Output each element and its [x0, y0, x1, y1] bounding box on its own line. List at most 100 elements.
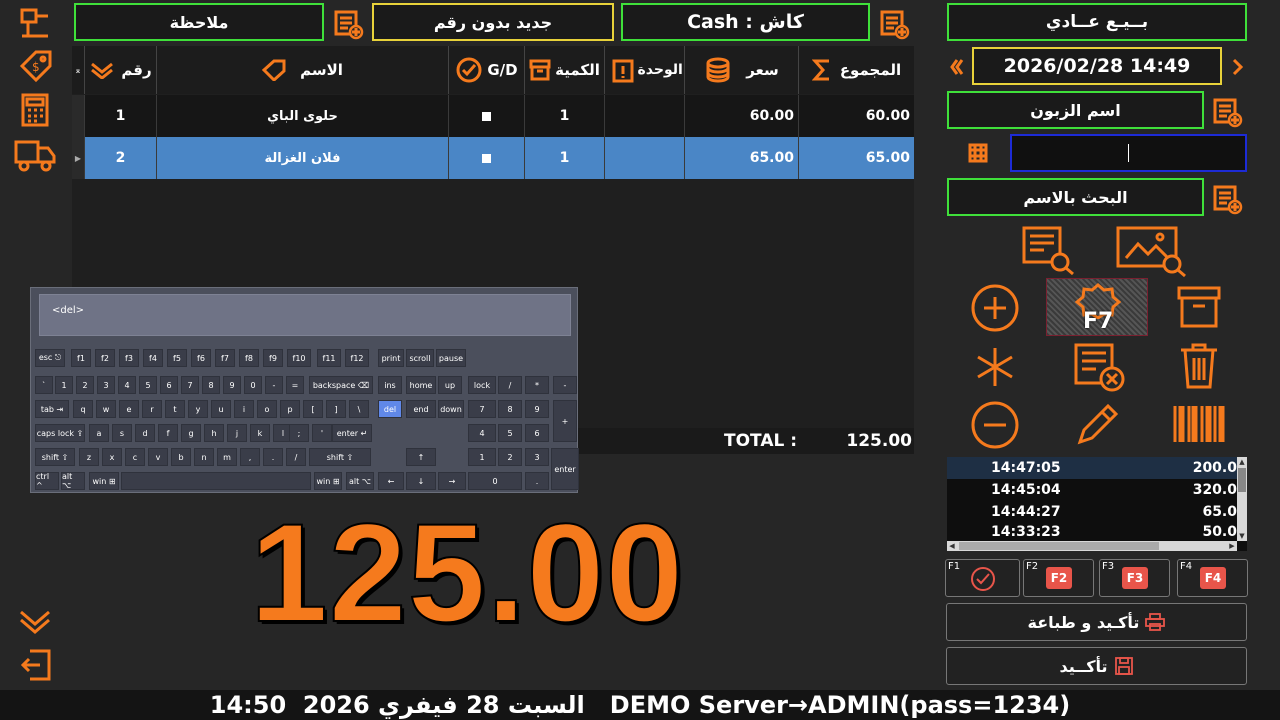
column-header-unit[interactable]: الوحدة [605, 46, 685, 94]
keyboard-key[interactable]: s [112, 424, 132, 442]
search-list-icon[interactable] [1022, 226, 1076, 276]
keyboard-key[interactable]: * [525, 376, 549, 394]
keyboard-key[interactable]: . [525, 472, 549, 490]
table-expand-column[interactable]: ⌅ [72, 46, 85, 94]
keyboard-key[interactable]: o [257, 400, 277, 418]
keyboard-key[interactable]: ← [378, 472, 404, 490]
pencil-icon[interactable] [1074, 400, 1122, 448]
column-header-total[interactable]: المجموع [799, 46, 914, 94]
scroll-thumb[interactable] [1238, 468, 1246, 492]
f1-confirm-button[interactable]: F1 [945, 559, 1020, 597]
keyboard-key[interactable]: → [438, 472, 466, 490]
note-button[interactable]: ملاحظة [74, 3, 324, 41]
column-header-price[interactable]: سعر [685, 46, 799, 94]
keyboard-key[interactable]: i [234, 400, 254, 418]
keyboard-key[interactable]: b [171, 448, 191, 466]
add-list-icon[interactable] [1213, 185, 1243, 215]
keyboard-key[interactable]: end [406, 400, 436, 418]
keyboard-key[interactable]: 9 [223, 376, 241, 394]
keyboard-key[interactable]: ↑ [406, 448, 436, 466]
scroll-right-arrow-icon[interactable]: ▶ [1227, 541, 1237, 551]
column-header-name[interactable]: الاسم [157, 46, 449, 94]
keyboard-key[interactable]: f [158, 424, 178, 442]
grid-icon[interactable] [967, 142, 989, 164]
keyboard-key[interactable]: 4 [468, 424, 496, 442]
keyboard-key[interactable]: 7 [468, 400, 496, 418]
plus-circle-icon[interactable] [970, 283, 1020, 333]
customer-code-input[interactable] [1010, 134, 1247, 172]
keyboard-key[interactable]: esc ⎋ [35, 349, 65, 367]
keyboard-key[interactable]: f9 [263, 349, 283, 367]
keyboard-key[interactable]: ` [35, 376, 53, 394]
price-tag-icon[interactable]: $ [18, 50, 52, 84]
scroll-up-arrow-icon[interactable]: ▲ [1237, 457, 1247, 467]
column-header-gd[interactable]: G/D [449, 46, 525, 94]
chevron-right-icon[interactable] [1231, 58, 1245, 76]
new-no-number-button[interactable]: جديد بدون رقم [372, 3, 614, 41]
keyboard-key[interactable]: 2 [498, 448, 522, 466]
keyboard-key[interactable]: z [79, 448, 99, 466]
keyboard-key[interactable]: . [263, 448, 283, 466]
keyboard-key[interactable]: f4 [143, 349, 163, 367]
keyboard-key[interactable]: win ⊞ [314, 472, 342, 490]
keyboard-key[interactable]: shift ⇧ [309, 448, 371, 466]
keyboard-key[interactable]: g [181, 424, 201, 442]
keyboard-key[interactable]: q [73, 400, 93, 418]
cancel-list-icon[interactable] [1072, 343, 1130, 395]
keyboard-key[interactable]: alt ⌥ [61, 472, 85, 490]
keyboard-key[interactable]: 6 [160, 376, 178, 394]
keyboard-key[interactable]: shift ⇧ [35, 448, 75, 466]
keyboard-key[interactable]: m [217, 448, 237, 466]
search-by-name-button[interactable]: البحث بالاسم [947, 178, 1204, 216]
keyboard-key[interactable]: del [378, 400, 402, 418]
keyboard-key[interactable]: lock [468, 376, 496, 394]
keyboard-key[interactable]: backspace ⌫ [309, 376, 373, 394]
keyboard-key[interactable]: home [406, 376, 436, 394]
keyboard-key[interactable]: n [194, 448, 214, 466]
keyboard-key[interactable]: enter ↵ [332, 424, 372, 442]
keyboard-key[interactable]: v [148, 448, 168, 466]
sale-type-button[interactable]: بــيـع عــادي [947, 3, 1247, 41]
keyboard-key[interactable]: h [204, 424, 224, 442]
cell-gd-checkbox[interactable] [449, 137, 525, 179]
add-list-icon[interactable] [880, 10, 910, 40]
keyboard-key[interactable]: 5 [498, 424, 522, 442]
history-row[interactable]: 14:44:27 65.0 [947, 501, 1237, 523]
keyboard-key[interactable]: f6 [191, 349, 211, 367]
keyboard-key[interactable]: = [286, 376, 304, 394]
keyboard-key[interactable]: print [378, 349, 404, 367]
datetime-field[interactable]: 2026/02/28 14:49 [972, 47, 1222, 85]
customer-name-button[interactable]: اسم الزبون [947, 91, 1204, 129]
keyboard-key[interactable]: 7 [181, 376, 199, 394]
keyboard-key[interactable]: 3 [97, 376, 115, 394]
keyboard-key[interactable]: 1 [55, 376, 73, 394]
keyboard-key[interactable]: / [498, 376, 522, 394]
keyboard-key[interactable]: e [119, 400, 139, 418]
keyboard-key[interactable]: u [211, 400, 231, 418]
keyboard-key[interactable]: f3 [119, 349, 139, 367]
confirm-button[interactable]: تأكــيد [946, 647, 1247, 685]
keyboard-key[interactable]: f8 [239, 349, 259, 367]
keyboard-key[interactable]: 2 [76, 376, 94, 394]
keyboard-key[interactable]: d [135, 424, 155, 442]
keyboard-key[interactable]: x [102, 448, 122, 466]
calculator-icon[interactable] [20, 93, 50, 127]
keyboard-key[interactable]: caps lock ⇪ [35, 424, 85, 442]
logout-icon[interactable] [20, 648, 52, 682]
table-row-selected[interactable]: ▶ 2 فلان الغزالة 1 65.00 65.00 [72, 137, 914, 179]
keyboard-key[interactable]: 8 [498, 400, 522, 418]
keyboard-key[interactable]: w [96, 400, 116, 418]
f4-button[interactable]: F4 F4 [1177, 559, 1248, 597]
keyboard-key[interactable]: tab ⇥ [35, 400, 69, 418]
history-vertical-scrollbar[interactable]: ▲ ▼ [1237, 457, 1247, 541]
f3-button[interactable]: F3 F3 [1099, 559, 1170, 597]
keyboard-key[interactable]: 0 [468, 472, 522, 490]
keyboard-key[interactable]: f2 [95, 349, 115, 367]
history-row[interactable]: 14:33:23 50.0 [947, 523, 1237, 541]
column-header-num[interactable]: رقم [85, 46, 157, 94]
keyboard-key[interactable]: c [125, 448, 145, 466]
keyboard-key[interactable]: a [89, 424, 109, 442]
keyboard-key[interactable]: + [553, 400, 577, 442]
keyboard-key[interactable]: 5 [139, 376, 157, 394]
add-list-icon[interactable] [334, 10, 364, 40]
